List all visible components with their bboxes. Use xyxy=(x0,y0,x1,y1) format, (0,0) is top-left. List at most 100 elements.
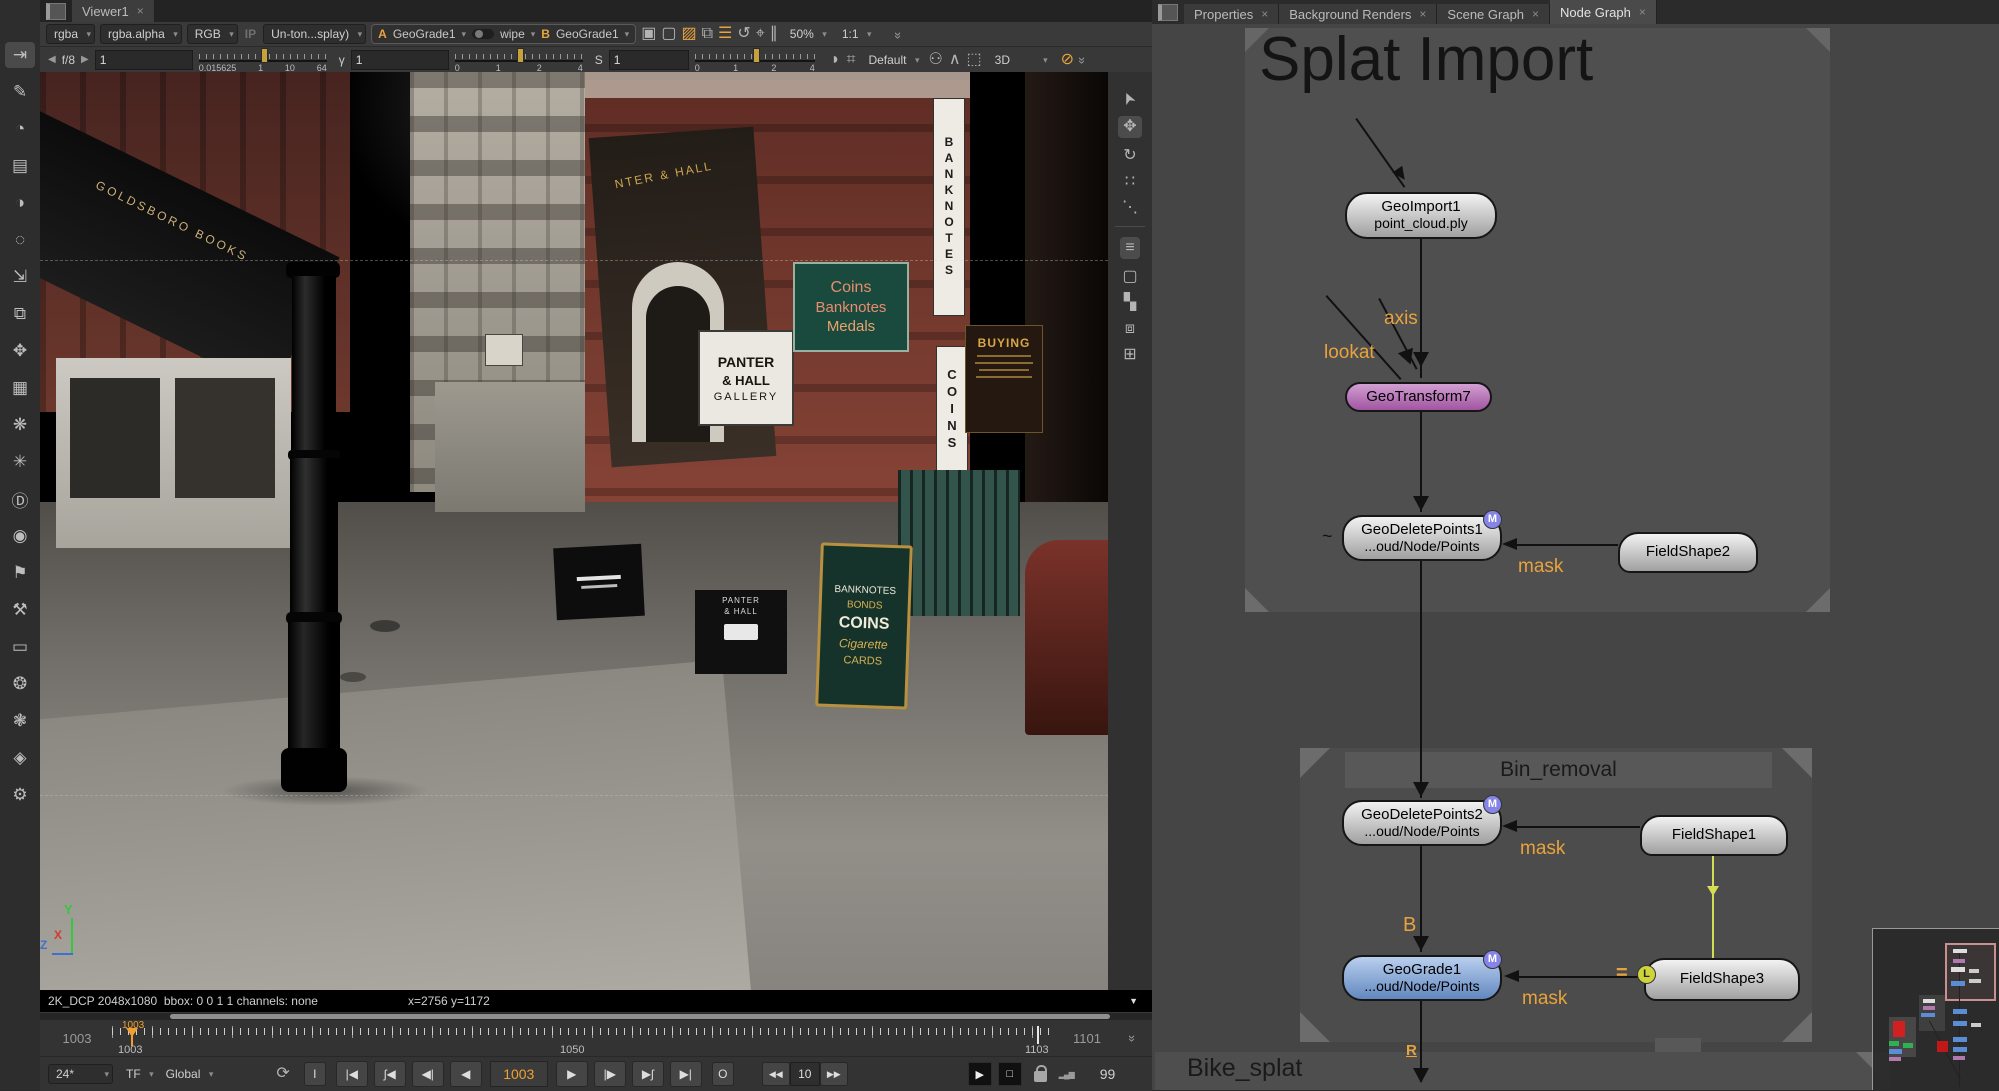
gamma-slider[interactable]: 0 1 2 4 xyxy=(455,46,583,73)
archive-menu-icon[interactable]: ▭ xyxy=(5,634,35,660)
node-geograde1[interactable]: GeoGrade1 ...oud/Node/Points M xyxy=(1342,955,1502,1001)
collapse-toolbar2-icon[interactable]: » xyxy=(1075,57,1090,62)
gain-input[interactable]: 1 xyxy=(95,50,193,70)
pause-icon[interactable]: ∥ xyxy=(770,26,778,42)
mark-in-button[interactable]: I xyxy=(304,1062,326,1086)
stop-button[interactable]: □ xyxy=(998,1062,1022,1086)
flipbook-button[interactable]: ▶ xyxy=(968,1062,992,1086)
timeline-in-field[interactable]: 1003 xyxy=(48,1028,106,1048)
keyer-menu-icon[interactable]: ⇲ xyxy=(5,264,35,290)
timeline-out-field[interactable]: 1101 xyxy=(1060,1028,1114,1048)
format-mask-icon[interactable]: ▢ xyxy=(661,26,676,42)
frame-display-icon[interactable]: ▣ xyxy=(641,26,656,42)
collapse-toolbar-icon[interactable]: » xyxy=(891,31,906,36)
overlay-icon[interactable]: ☰ xyxy=(718,26,732,42)
grid-layout-icon[interactable]: ▚ xyxy=(1124,295,1136,311)
scale-tool-icon[interactable]: ∷ xyxy=(1125,174,1135,190)
lut-curve-icon[interactable]: ∧ xyxy=(949,52,961,68)
layer-select[interactable]: rgba xyxy=(46,24,95,44)
input-b-select[interactable]: GeoGrade1 xyxy=(556,27,619,41)
stereo-icon[interactable]: ⚇ xyxy=(928,52,942,68)
transform-menu-icon[interactable]: ✥ xyxy=(5,338,35,364)
3d-menu-icon[interactable]: ▦ xyxy=(5,375,35,401)
refresh-icon[interactable]: ↺ xyxy=(737,26,750,42)
ip-toggle[interactable]: IP xyxy=(245,27,256,41)
fps-select[interactable]: 24* xyxy=(48,1064,113,1084)
cliptest-icon[interactable]: ⧉ xyxy=(702,26,713,42)
play-backward-button[interactable]: ◀ xyxy=(450,1061,482,1087)
hscrollbar-thumb[interactable] xyxy=(170,1014,1110,1019)
backdrop-corner[interactable] xyxy=(1245,588,1269,612)
node-geodeletepoints1[interactable]: GeoDeletePoints1 ...oud/Node/Points M xyxy=(1342,515,1502,561)
lock-range-icon[interactable] xyxy=(1034,1071,1047,1082)
wipe-toggle[interactable] xyxy=(472,29,494,39)
draw-menu-icon[interactable]: ✎ xyxy=(5,79,35,105)
other-menu-icon[interactable]: ⚒ xyxy=(5,597,35,623)
color-menu-icon[interactable]: ◑ xyxy=(5,190,35,216)
loop-mode-icon[interactable]: ⟳ xyxy=(276,1066,289,1082)
backdrop-corner[interactable] xyxy=(1300,748,1330,778)
alpha-select[interactable]: rgba.alpha xyxy=(100,24,182,44)
translate-tool-icon[interactable]: ✥ xyxy=(1118,116,1141,138)
backdrop-bike-splat[interactable]: Bike_splat xyxy=(1155,1052,1890,1090)
filter-menu-icon[interactable]: ◌ xyxy=(5,227,35,253)
frame-layout-icon[interactable]: ⧈ xyxy=(1125,321,1135,337)
sample-icon[interactable]: ⊘ xyxy=(1061,52,1074,68)
metadata-menu-icon[interactable]: ◉ xyxy=(5,523,35,549)
furnace-menu-icon[interactable]: ❂ xyxy=(5,671,35,697)
merge-menu-icon[interactable]: ⧉ xyxy=(5,301,35,327)
input-a-select[interactable]: GeoGrade1 xyxy=(393,27,456,41)
channel-menu-icon[interactable]: ▤ xyxy=(5,153,35,179)
node-geoimport1[interactable]: GeoImport1 point_cloud.ply xyxy=(1345,192,1497,239)
grid-cursor-icon[interactable]: ⊞ xyxy=(1123,347,1136,363)
mark-out-button[interactable]: O xyxy=(712,1062,734,1086)
backdrop-corner[interactable] xyxy=(1300,1012,1330,1042)
grid-icon[interactable]: ⌗ xyxy=(846,52,855,68)
viewer-canvas[interactable]: GOLDSBORO BOOKS NTER & HALL PANTER & HAL… xyxy=(40,72,1108,990)
backdrop-bin-titlebar[interactable]: Bin_removal xyxy=(1345,752,1772,788)
views-menu-icon[interactable]: Ⓓ xyxy=(5,486,35,512)
backdrop-splat-import[interactable]: Splat Import xyxy=(1245,28,1830,612)
display-channel-select[interactable]: RGB xyxy=(187,24,238,44)
zoom-select[interactable]: 50% xyxy=(783,25,830,43)
select-cursor-icon[interactable]: ➤ xyxy=(1120,89,1140,108)
deep-menu-icon[interactable]: ✳ xyxy=(5,449,35,475)
goto-end-button[interactable]: ▶| xyxy=(670,1061,702,1087)
pane-menu-button[interactable] xyxy=(46,3,66,20)
gain-slider[interactable]: 0.015625 1 10 64 xyxy=(199,46,327,73)
settings-menu-icon[interactable]: ⚙ xyxy=(5,782,35,808)
step-forward-button[interactable]: |▶ xyxy=(594,1061,626,1087)
viewer-hscrollbar[interactable] xyxy=(40,1013,1152,1020)
next-keyframe-button[interactable]: ▶ʃ xyxy=(632,1061,664,1087)
sparkles-menu-icon[interactable]: ❃ xyxy=(5,708,35,734)
frame-range-select[interactable]: Global xyxy=(159,1065,217,1083)
skew-tool-icon[interactable]: ⋱ xyxy=(1122,200,1138,216)
gamma-input[interactable]: 1 xyxy=(351,50,449,70)
particles-menu-icon[interactable]: ❋ xyxy=(5,412,35,438)
timeline-collapse-icon[interactable]: » xyxy=(1125,1035,1140,1040)
play-button[interactable]: ▶ xyxy=(556,1061,588,1087)
edge-mask1[interactable] xyxy=(1512,544,1618,546)
view-mode-select[interactable]: 3D xyxy=(988,51,1051,69)
edge-expression-link[interactable] xyxy=(1712,855,1714,958)
edge-mask2[interactable] xyxy=(1512,826,1640,828)
fstop-prev-icon[interactable]: ◀ xyxy=(48,54,56,65)
wipe-select[interactable]: wipe xyxy=(500,27,525,41)
backdrop-corner[interactable] xyxy=(1782,1012,1812,1042)
close-icon[interactable]: × xyxy=(137,4,144,18)
step-back-button[interactable]: ◀| xyxy=(412,1061,444,1087)
goto-start-button[interactable]: |◀ xyxy=(336,1061,368,1087)
checker-icon[interactable]: ▨ xyxy=(681,26,696,42)
backdrop-corner[interactable] xyxy=(1806,28,1830,52)
viewer-process-select[interactable]: Default xyxy=(861,51,922,69)
frame-increment-field[interactable]: 10 xyxy=(790,1062,820,1086)
node-geotransform7[interactable]: GeoTransform7 xyxy=(1345,382,1492,412)
backdrop-corner[interactable] xyxy=(1782,748,1812,778)
node-graph-canvas[interactable]: Splat Import Bin_removal Bike_splat xyxy=(1152,0,1999,1090)
edge-main[interactable] xyxy=(1420,560,1422,798)
current-frame-field[interactable]: 1003 xyxy=(490,1061,548,1087)
node-fieldshape2[interactable]: FieldShape2 xyxy=(1618,532,1758,573)
backdrop-corner[interactable] xyxy=(1806,588,1830,612)
backface-icon[interactable]: ◗ xyxy=(831,52,841,68)
timeline-mode-select[interactable]: TF xyxy=(119,1065,157,1083)
